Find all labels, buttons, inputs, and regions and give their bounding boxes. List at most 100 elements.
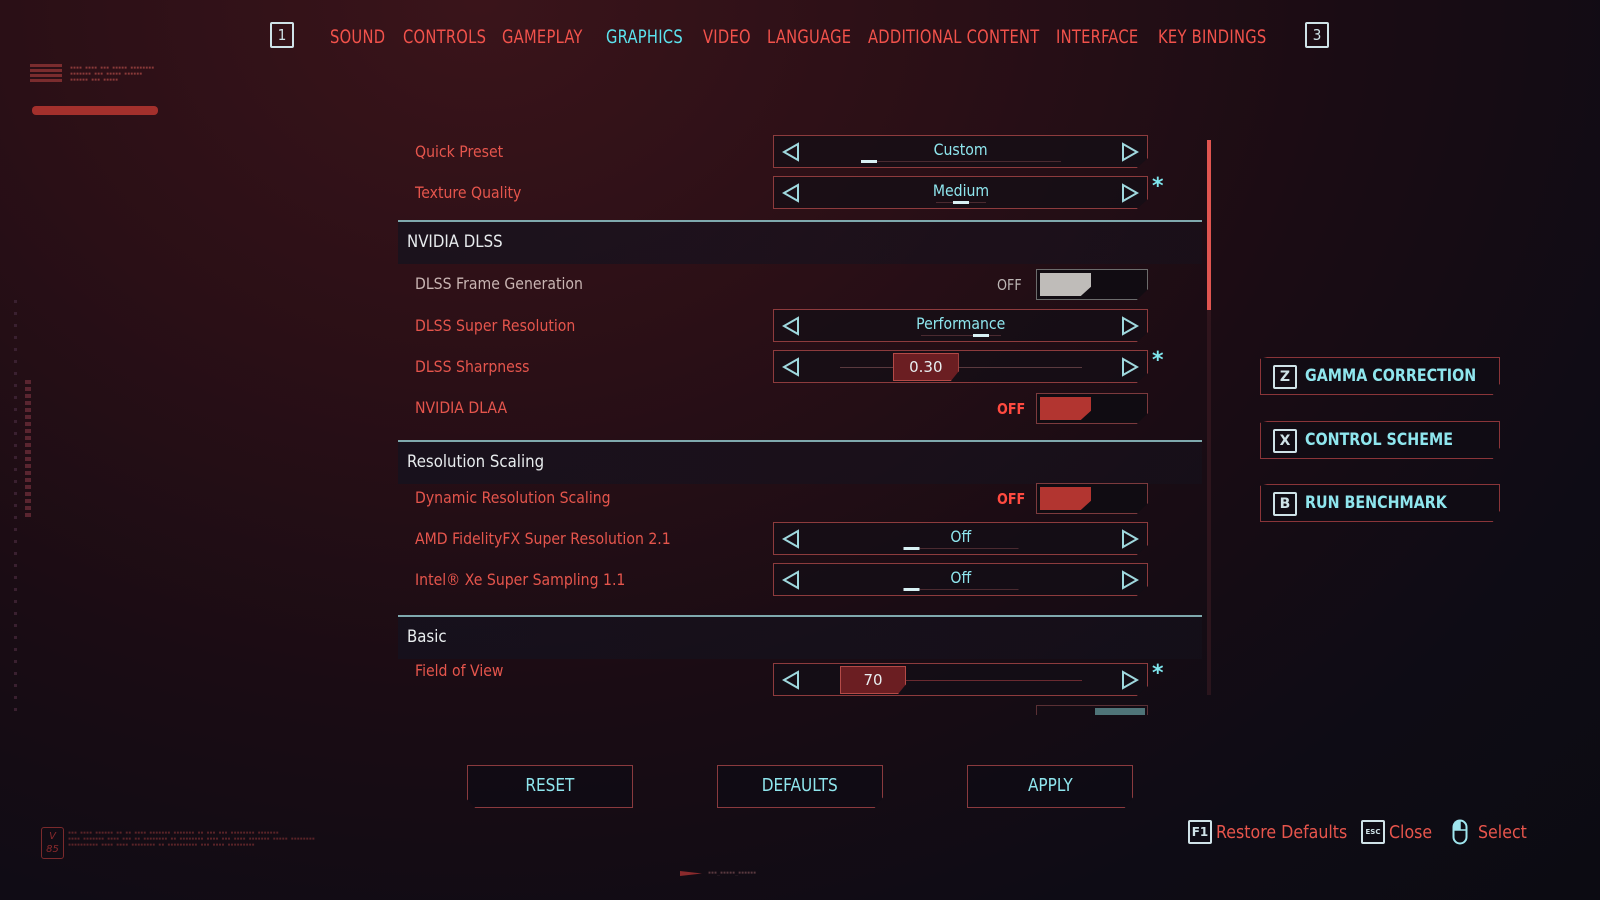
mouse-icon — [1452, 819, 1468, 845]
nvidia-dlaa-toggle[interactable] — [1036, 393, 1148, 424]
tab-controls[interactable]: CONTROLS — [403, 26, 486, 48]
section-header-dlss: NVIDIA DLSS — [398, 220, 1202, 264]
intel-xess-value: Off — [950, 568, 971, 587]
tab-graphics[interactable]: GRAPHICS — [606, 26, 683, 48]
tab-key-bindings[interactable]: KEY BINDINGS — [1158, 26, 1266, 48]
texture-quality-selector[interactable]: Medium — [773, 176, 1148, 209]
tab-language[interactable]: LANGUAGE — [767, 26, 851, 48]
defaults-label: DEFAULTS — [762, 775, 838, 796]
tab-sound[interactable]: SOUND — [330, 26, 385, 48]
decor-bar — [32, 106, 158, 115]
key-z-icon: Z — [1273, 365, 1297, 389]
arrow-right-icon[interactable] — [1121, 183, 1140, 203]
section-title: Resolution Scaling — [407, 452, 545, 472]
dlss-super-resolution-label: DLSS Super Resolution — [415, 316, 576, 335]
arrow-right-icon[interactable] — [1121, 357, 1140, 377]
dynamic-resolution-scaling-toggle[interactable] — [1036, 483, 1148, 514]
dynamic-resolution-scaling-state: OFF — [997, 490, 1026, 508]
intel-xess-selector[interactable]: Off — [773, 563, 1148, 596]
arrow-left-icon[interactable] — [781, 316, 800, 336]
defaults-button[interactable]: DEFAULTS — [717, 765, 883, 808]
gamma-correction-button[interactable]: Z GAMMA CORRECTION — [1260, 357, 1500, 395]
gamma-correction-label: GAMMA CORRECTION — [1305, 366, 1477, 386]
dlss-super-resolution-value: Performance — [915, 314, 1006, 333]
select-label: Select — [1478, 821, 1527, 843]
close-label: Close — [1389, 821, 1433, 843]
restart-required-icon: * — [1152, 174, 1164, 199]
tab-gameplay[interactable]: GAMEPLAY — [502, 26, 583, 48]
scrollbar-thumb[interactable] — [1207, 140, 1211, 310]
decor-code: ▪▪▪_▪▪▪▪▪_▪▪▪▪▪▪ — [708, 870, 757, 876]
quick-preset-selector[interactable]: Custom — [773, 135, 1148, 168]
slider-thumb[interactable]: 70 — [840, 666, 906, 694]
select-hint[interactable]: Select — [1452, 817, 1534, 847]
texture-quality-value: Medium — [932, 181, 989, 200]
reset-label: RESET — [525, 775, 575, 796]
key-x-icon: X — [1273, 429, 1297, 453]
arrow-left-icon[interactable] — [781, 529, 800, 549]
dlss-frame-generation-toggle[interactable] — [1036, 269, 1148, 300]
dlss-sharpness-slider[interactable]: 0.30 — [773, 350, 1148, 383]
nvidia-dlaa-state: OFF — [997, 400, 1026, 418]
arrow-left-icon[interactable] — [781, 670, 800, 690]
arrow-right-icon[interactable] — [1121, 670, 1140, 690]
decor-dotted-line — [14, 300, 17, 720]
restart-required-icon: * — [1152, 348, 1164, 373]
close-hint[interactable]: ESC Close — [1361, 817, 1438, 847]
section-title: NVIDIA DLSS — [407, 232, 503, 252]
decor-text: ▪▪▪▪ ▪▪▪▪ ▪▪▪ ▪▪▪▪▪ ▪▪▪▪▪▪▪▪ ▪▪▪▪▪▪▪ ▪▪▪ … — [70, 65, 155, 83]
decor-footnote: ▪▪▪ ▪▪▪▪ ▪▪▪▪▪▪ ▪▪ ▪▪ ▪▪▪▪ ▪▪▪▪▪▪▪ ▪▪▪▪▪… — [68, 830, 315, 848]
dlss-sharpness-label: DLSS Sharpness — [415, 357, 530, 376]
field-of-view-slider[interactable]: 70 — [773, 663, 1148, 696]
run-benchmark-label: RUN BENCHMARK — [1305, 493, 1447, 513]
reset-button[interactable]: RESET — [467, 765, 633, 808]
key-b-icon: B — [1273, 492, 1297, 516]
quick-preset-value: Custom — [933, 140, 988, 159]
slider-thumb[interactable]: 0.30 — [892, 353, 959, 381]
arrow-left-icon[interactable] — [781, 357, 800, 377]
amd-fsr-label: AMD FidelityFX Super Resolution 2.1 — [415, 529, 671, 548]
key-esc-icon: ESC — [1361, 820, 1385, 844]
restart-required-icon: * — [1152, 661, 1164, 686]
logo-badge: V 85 — [41, 827, 64, 859]
control-scheme-button[interactable]: X CONTROL SCHEME — [1260, 421, 1500, 459]
restore-defaults-hint[interactable]: F1 Restore Defaults — [1188, 817, 1365, 847]
arrow-right-icon[interactable] — [1121, 529, 1140, 549]
prev-tab-key[interactable]: 1 — [270, 22, 294, 48]
intel-xess-label: Intel® Xe Super Sampling 1.1 — [415, 570, 626, 589]
top-nav: 1 SOUND CONTROLS GAMEPLAY GRAPHICS VIDEO… — [0, 22, 1600, 62]
slider-track — [840, 367, 1082, 368]
quick-preset-label: Quick Preset — [415, 142, 504, 161]
dynamic-resolution-scaling-label: Dynamic Resolution Scaling — [415, 488, 611, 507]
dlss-frame-generation-state: OFF — [997, 276, 1022, 294]
run-benchmark-button[interactable]: B RUN BENCHMARK — [1260, 484, 1500, 522]
tab-video[interactable]: VIDEO — [703, 26, 751, 48]
section-header-resolution-scaling: Resolution Scaling — [398, 440, 1202, 484]
arrow-right-icon[interactable] — [1121, 142, 1140, 162]
section-title: Basic — [407, 627, 447, 647]
arrow-right-icon[interactable] — [1121, 316, 1140, 336]
apply-label: APPLY — [1027, 775, 1073, 796]
decor-glyph — [30, 62, 62, 86]
arrow-right-icon[interactable] — [1121, 570, 1140, 590]
amd-fsr-value: Off — [950, 527, 971, 546]
decor-arrow — [680, 871, 702, 876]
arrow-left-icon[interactable] — [781, 570, 800, 590]
control-scheme-label: CONTROL SCHEME — [1305, 430, 1453, 450]
dlss-frame-generation-label: DLSS Frame Generation — [415, 274, 583, 293]
section-header-basic: Basic — [398, 615, 1202, 659]
arrow-left-icon[interactable] — [781, 142, 800, 162]
tab-interface[interactable]: INTERFACE — [1056, 26, 1138, 48]
restore-defaults-label: Restore Defaults — [1216, 821, 1348, 843]
tab-additional-content[interactable]: ADDITIONAL CONTENT — [868, 26, 1040, 48]
key-f1-icon: F1 — [1188, 820, 1212, 844]
field-of-view-label: Field of View — [415, 661, 504, 680]
arrow-left-icon[interactable] — [781, 183, 800, 203]
dlss-super-resolution-selector[interactable]: Performance — [773, 309, 1148, 342]
apply-button[interactable]: APPLY — [967, 765, 1133, 808]
partial-next-row — [1036, 705, 1148, 715]
nvidia-dlaa-label: NVIDIA DLAA — [415, 398, 508, 417]
amd-fsr-selector[interactable]: Off — [773, 522, 1148, 555]
next-tab-key[interactable]: 3 — [1305, 22, 1329, 48]
settings-scrollbar[interactable] — [1207, 140, 1211, 695]
